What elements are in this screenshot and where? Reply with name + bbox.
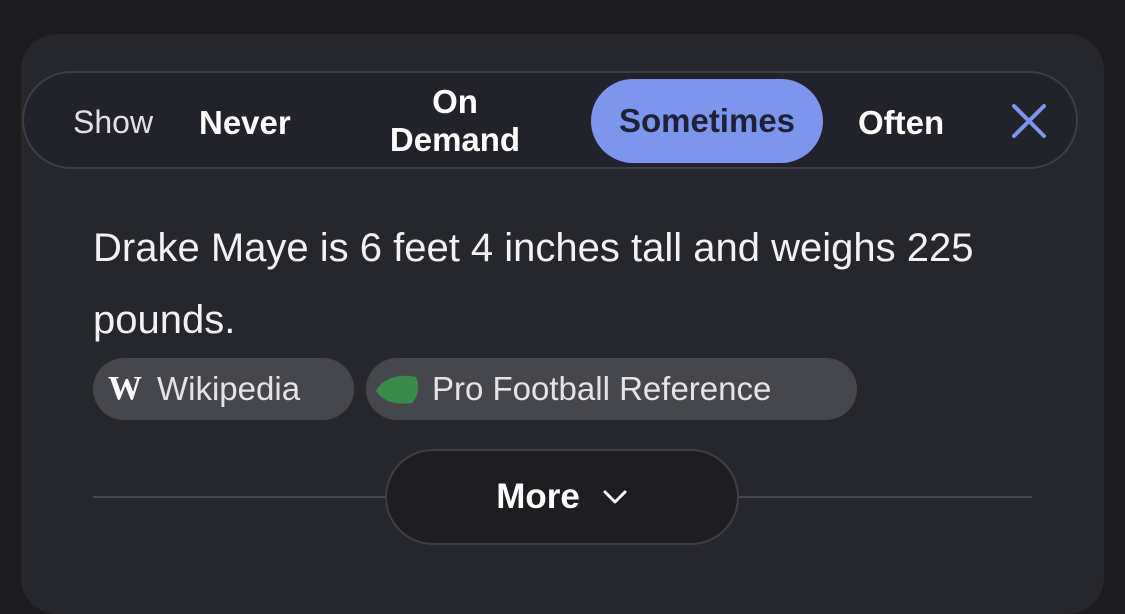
source-chip-pro-football-reference[interactable]: Pro Football Reference xyxy=(366,358,857,420)
show-label: Show xyxy=(73,104,154,140)
option-on-demand-line-2: Demand xyxy=(389,121,521,158)
wikipedia-logo-icon: W xyxy=(108,370,142,407)
option-never[interactable]: Never xyxy=(199,104,291,142)
close-icon xyxy=(1012,104,1046,138)
divider-left xyxy=(93,496,386,498)
source-chip-label: Pro Football Reference xyxy=(432,370,772,407)
close-button[interactable] xyxy=(1008,100,1050,142)
source-chip-wikipedia[interactable]: W Wikipedia xyxy=(93,358,354,420)
option-on-demand[interactable]: On Demand xyxy=(370,83,540,159)
option-sometimes[interactable]: Sometimes xyxy=(591,79,823,163)
more-button[interactable]: More xyxy=(385,449,739,545)
answer-text: Drake Maye is 6 feet 4 inches tall and w… xyxy=(93,226,974,342)
source-chip-label: Wikipedia xyxy=(157,370,301,407)
divider-right xyxy=(739,496,1032,498)
pro-football-reference-logo-icon xyxy=(376,375,419,404)
chevron-down-icon xyxy=(603,490,627,504)
option-on-demand-line-1: On xyxy=(432,83,478,120)
option-often[interactable]: Often xyxy=(858,104,944,142)
more-button-label: More xyxy=(496,477,580,516)
